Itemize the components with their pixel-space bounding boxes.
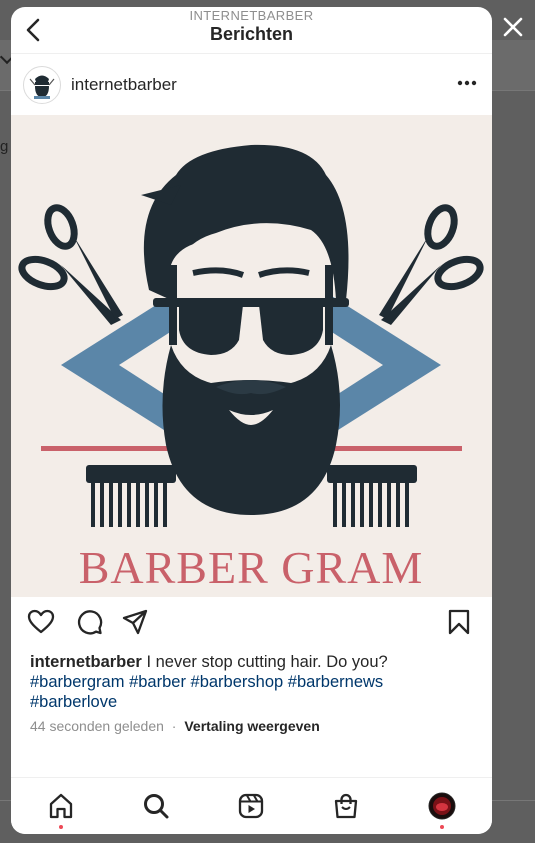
background-text-fragment: g xyxy=(0,138,9,155)
meta-separator: · xyxy=(171,718,177,734)
close-icon[interactable] xyxy=(500,14,526,40)
bookmark-icon[interactable] xyxy=(445,608,473,636)
profile-notification-dot xyxy=(440,825,444,829)
barber-gram-illustration: BARBER GRAM xyxy=(18,144,484,593)
hashtag-link[interactable]: #barber xyxy=(129,673,186,691)
modal-header: INTERNETBARBER Berichten xyxy=(11,7,492,53)
post-meta: 44 seconden geleden · Vertaling weergeve… xyxy=(30,718,320,734)
post-modal: INTERNETBARBER Berichten internetbarber xyxy=(11,7,492,834)
post-header: internetbarber xyxy=(11,53,492,116)
post-timestamp: 44 seconden geleden xyxy=(30,718,164,734)
hashtag-link[interactable]: #barbergram xyxy=(30,673,124,691)
profile-avatar[interactable] xyxy=(23,66,61,104)
caption-hashtags: #barbergram #barber #barbershop #barbern… xyxy=(30,673,383,711)
hashtag-link[interactable]: #barberlove xyxy=(30,693,117,711)
barber-logo-icon xyxy=(29,75,55,99)
bottom-navigation xyxy=(11,777,492,834)
image-banner-text: BARBER GRAM xyxy=(79,542,424,593)
caption-username[interactable]: internetbarber xyxy=(30,653,142,671)
send-icon[interactable] xyxy=(121,608,149,636)
post-username[interactable]: internetbarber xyxy=(71,75,177,95)
profile-avatar-icon[interactable] xyxy=(428,792,456,820)
hashtag-link[interactable]: #barbernews xyxy=(288,673,383,691)
home-icon[interactable] xyxy=(47,792,75,820)
search-icon[interactable] xyxy=(142,792,170,820)
caption-text: I never stop cutting hair. Do you? xyxy=(146,653,388,671)
reels-icon[interactable] xyxy=(237,792,265,820)
heart-icon[interactable] xyxy=(27,608,55,636)
post-caption: internetbarber I never stop cutting hair… xyxy=(30,652,480,712)
translate-link[interactable]: Vertaling weergeven xyxy=(184,718,319,734)
comment-icon[interactable] xyxy=(75,608,103,636)
hashtag-link[interactable]: #barbershop xyxy=(191,673,284,691)
header-title: Berichten xyxy=(209,24,294,44)
post-actions xyxy=(11,597,492,645)
home-notification-dot xyxy=(59,825,63,829)
shop-icon[interactable] xyxy=(332,792,360,820)
post-image[interactable]: BARBER GRAM xyxy=(11,115,492,597)
more-options-icon[interactable] xyxy=(456,78,478,88)
header-subtitle: INTERNETBARBER xyxy=(189,8,314,23)
